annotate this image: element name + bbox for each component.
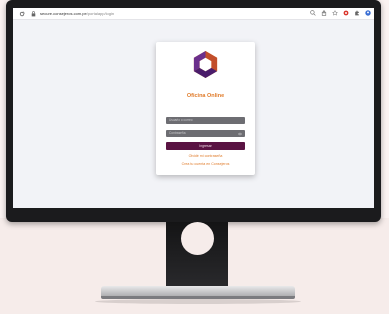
zoom-icon[interactable] bbox=[310, 10, 316, 16]
extension-icon[interactable] bbox=[343, 10, 349, 16]
consejeros-logo bbox=[191, 50, 220, 79]
create-account-link[interactable]: Crea tu cuenta en Consejeros bbox=[156, 162, 255, 166]
browser-toolbar-icons bbox=[310, 10, 371, 16]
password-placeholder: Contraseña bbox=[169, 131, 186, 135]
username-placeholder: Usuario o correo bbox=[169, 118, 193, 122]
forgot-password-link[interactable]: Olvidé mi contraseña bbox=[156, 154, 255, 158]
lock-icon bbox=[31, 10, 36, 17]
browser-address-bar[interactable]: secure.consejeros.com.pe/portalapp/login bbox=[13, 8, 374, 20]
share-icon[interactable] bbox=[321, 10, 327, 16]
profile-icon[interactable] bbox=[365, 10, 371, 16]
browser-screen: secure.consejeros.com.pe/portalapp/login bbox=[13, 8, 374, 208]
stand-shadow bbox=[95, 299, 301, 304]
monitor-stand-base-edge bbox=[101, 296, 295, 299]
login-title: Oficina Online bbox=[186, 93, 225, 99]
monitor: secure.consejeros.com.pe/portalapp/login bbox=[6, 0, 381, 222]
url-path: /portalapp/login bbox=[86, 11, 115, 16]
username-input[interactable]: Usuario o correo bbox=[166, 117, 245, 124]
url-text[interactable]: secure.consejeros.com.pe/portalapp/login bbox=[40, 11, 114, 16]
stand-cable-hole bbox=[181, 222, 214, 255]
show-password-icon[interactable] bbox=[238, 132, 242, 136]
star-icon[interactable] bbox=[332, 10, 338, 16]
puzzle-icon[interactable] bbox=[354, 10, 360, 16]
reload-icon[interactable] bbox=[19, 11, 25, 17]
login-card: Oficina Online Usuario o correo Contrase… bbox=[156, 42, 255, 175]
password-input[interactable]: Contraseña bbox=[166, 130, 245, 137]
login-button[interactable]: Ingresar bbox=[166, 142, 245, 150]
url-domain: secure.consejeros.com.pe bbox=[40, 11, 87, 16]
